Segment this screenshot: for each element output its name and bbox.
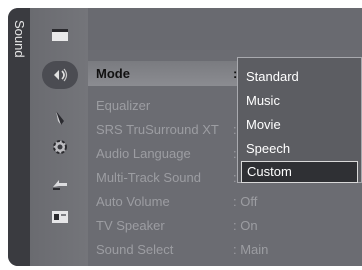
input-icon[interactable] bbox=[50, 175, 70, 193]
menu-value: : Main bbox=[233, 242, 269, 257]
menu-label: Sound Select bbox=[96, 242, 174, 257]
mode-dropdown: Standard Music Movie Speech Custom bbox=[237, 57, 362, 183]
menu-row-tv-speaker[interactable]: TV Speaker : On bbox=[88, 213, 362, 238]
sound-icon[interactable] bbox=[42, 61, 78, 89]
menu-value: : On bbox=[233, 218, 258, 233]
menu-label: Mode bbox=[96, 66, 130, 81]
option-music[interactable]: Music bbox=[241, 90, 358, 112]
sidebar-tab: Sound bbox=[8, 8, 30, 266]
menu-label: SRS TruSurround XT bbox=[96, 122, 219, 137]
sidebar-title: Sound bbox=[12, 20, 27, 58]
menu-label: Multi-Track Sound bbox=[96, 170, 201, 185]
category-icon-column bbox=[30, 8, 88, 266]
application-icon[interactable] bbox=[50, 208, 70, 226]
setup-icon[interactable] bbox=[50, 138, 70, 156]
menu-label: Auto Volume bbox=[96, 194, 170, 209]
option-speech[interactable]: Speech bbox=[241, 138, 358, 160]
header-band bbox=[88, 8, 362, 50]
option-custom[interactable]: Custom bbox=[241, 161, 358, 183]
option-movie[interactable]: Movie bbox=[241, 114, 358, 136]
option-standard[interactable]: Standard bbox=[241, 66, 358, 88]
picture-icon[interactable] bbox=[50, 26, 70, 44]
menu-label: Equalizer bbox=[96, 98, 151, 113]
menu-label: TV Speaker bbox=[96, 218, 165, 233]
menu-row-sound-select[interactable]: Sound Select : Main bbox=[88, 237, 362, 262]
menu-row-auto-volume[interactable]: Auto Volume : Off bbox=[88, 189, 362, 214]
channel-icon[interactable] bbox=[50, 109, 70, 127]
menu-label: Audio Language bbox=[96, 146, 191, 161]
menu-value: : Off bbox=[233, 194, 258, 209]
